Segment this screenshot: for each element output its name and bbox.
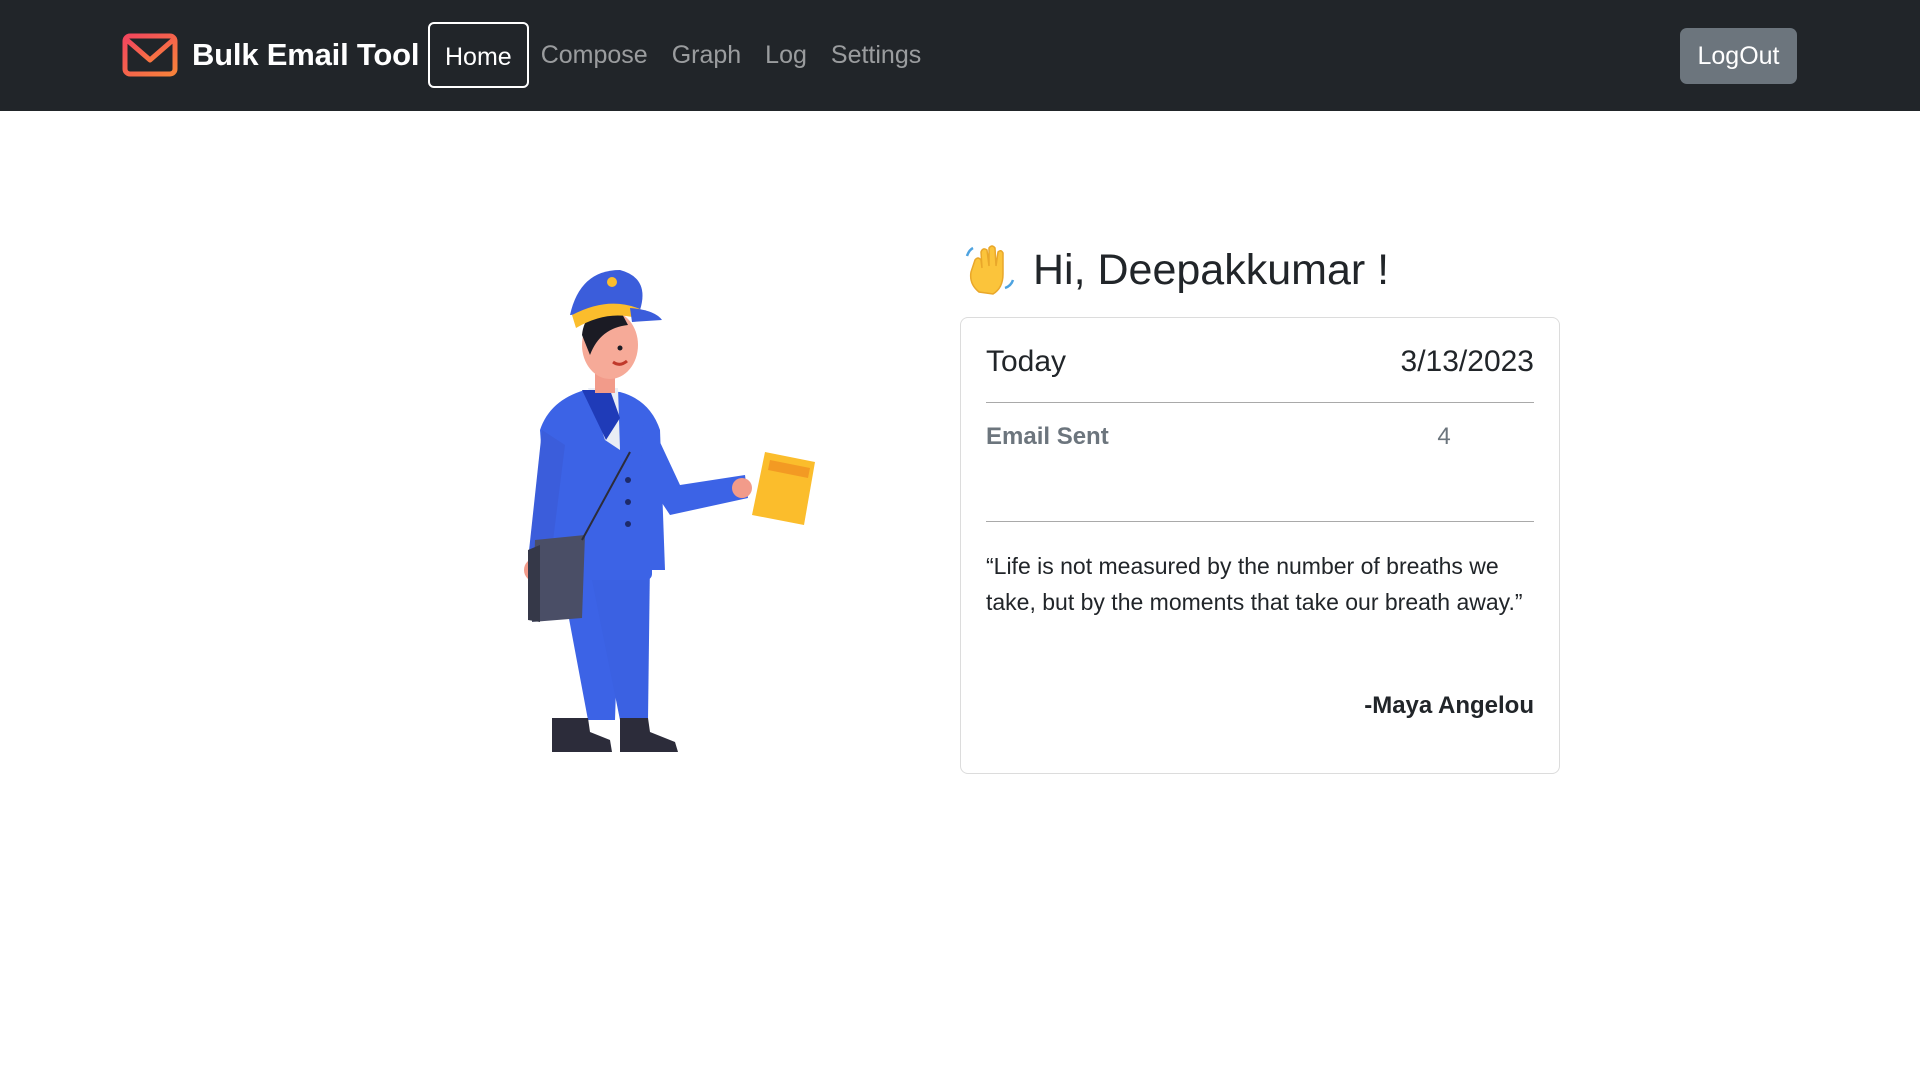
email-sent-row: Email Sent 4 (986, 419, 1534, 455)
brand-title: Bulk Email Tool (192, 37, 420, 72)
mailman-illustration (524, 270, 815, 752)
brand[interactable]: Bulk Email Tool (122, 30, 419, 80)
today-label: Today (986, 345, 1067, 378)
nav-compose[interactable]: Compose (529, 22, 660, 88)
quote-author: -Maya Angelou (1364, 692, 1534, 719)
logout-button[interactable]: LogOut (1680, 28, 1797, 84)
email-sent-label: Email Sent (986, 423, 1109, 450)
nav-log[interactable]: Log (753, 22, 819, 88)
nav-graph[interactable]: Graph (660, 22, 753, 88)
mail-envelope-icon (122, 33, 178, 77)
divider (986, 402, 1534, 403)
divider (986, 521, 1534, 522)
email-sent-count: 4 (1437, 423, 1451, 450)
greeting: Hi, Deepakkumar ! (965, 240, 1389, 300)
nav-home[interactable]: Home (428, 22, 529, 88)
nav-settings[interactable]: Settings (819, 22, 933, 88)
greeting-text: Hi, Deepakkumar ! (1033, 245, 1390, 294)
navbar: Bulk Email Tool Home Compose Graph Log S… (0, 0, 1920, 111)
quote-text: “Life is not measured by the number of b… (986, 553, 1523, 615)
today-date: 3/13/2023 (1400, 345, 1534, 378)
today-row: Today 3/13/2023 (986, 340, 1534, 384)
nav-links: Home Compose Graph Log Settings (428, 22, 933, 88)
summary-card: Today 3/13/2023 Email Sent 4 “Life is no… (960, 317, 1560, 774)
waving-hand-icon (965, 245, 1015, 295)
